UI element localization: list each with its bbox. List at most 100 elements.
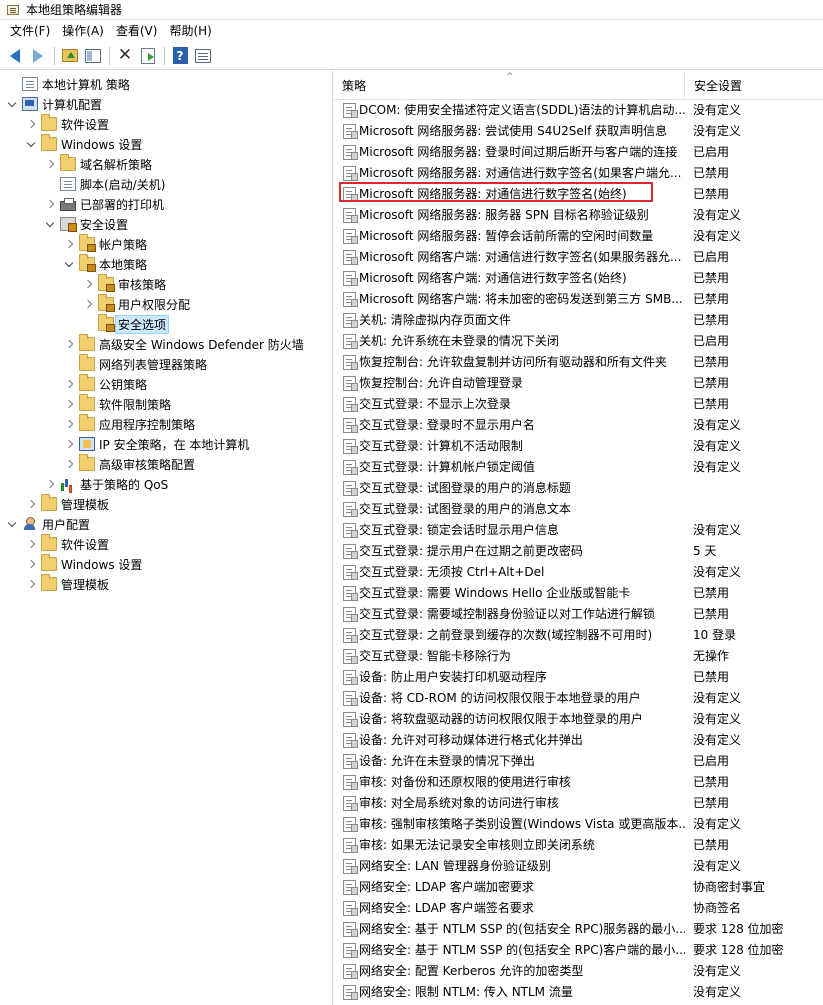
collapse-chevron-icon[interactable] <box>63 254 75 274</box>
policy-row[interactable]: 恢复控制台: 允许软盘复制并访问所有驱动器和所有文件夹 已禁用 <box>334 352 823 373</box>
up-level-button[interactable] <box>59 45 81 67</box>
tree-node[interactable]: 网络列表管理器策略 <box>63 354 207 374</box>
tree-node[interactable]: 管理模板 <box>25 574 109 594</box>
policy-row[interactable]: 审核: 对备份和还原权限的使用进行审核 已禁用 <box>334 772 823 793</box>
tree-node[interactable]: 管理模板 <box>25 494 109 514</box>
tree-node[interactable]: 软件限制策略 <box>63 394 171 414</box>
policy-row[interactable]: 网络安全: 基于 NTLM SSP 的(包括安全 RPC)服务器的最小... 要求… <box>334 919 823 940</box>
tree-node[interactable]: 软件设置 <box>25 114 109 134</box>
policy-row[interactable]: 网络安全: LAN 管理器身份验证级别 没有定义 <box>334 856 823 877</box>
expand-chevron-icon[interactable] <box>63 374 75 394</box>
policy-row[interactable]: 恢复控制台: 允许自动管理登录 已禁用 <box>334 373 823 394</box>
tree-node[interactable]: 本地计算机 策略 <box>6 74 130 94</box>
tree-node[interactable]: 帐户策略 <box>63 234 147 254</box>
policy-row[interactable]: 交互式登录: 需要 Windows Hello 企业版或智能卡 已禁用 <box>334 583 823 604</box>
tree-node[interactable]: 用户权限分配 <box>82 294 190 314</box>
tree-node[interactable]: 应用程序控制策略 <box>63 414 195 434</box>
policy-row[interactable]: 网络安全: LDAP 客户端加密要求 协商密封事宜 <box>334 877 823 898</box>
policy-row[interactable]: 审核: 如果无法记录安全审核则立即关闭系统 已禁用 <box>334 835 823 856</box>
tree-node[interactable]: 审核策略 <box>82 274 166 294</box>
policy-row[interactable]: 交互式登录: 之前登录到缓存的次数(域控制器不可用时) 10 登录 <box>334 625 823 646</box>
expand-chevron-icon[interactable] <box>63 454 75 474</box>
menu-file[interactable]: 文件(F) <box>4 20 56 42</box>
tree-node[interactable]: 安全选项 <box>82 314 170 334</box>
menu-action[interactable]: 操作(A) <box>56 20 110 42</box>
policy-row[interactable]: 交互式登录: 登录时不显示用户名 没有定义 <box>334 415 823 436</box>
expand-chevron-icon[interactable] <box>63 414 75 434</box>
expand-chevron-icon[interactable] <box>44 474 56 494</box>
policy-row[interactable]: 交互式登录: 计算机不活动限制 没有定义 <box>334 436 823 457</box>
policy-row[interactable]: 关机: 允许系统在未登录的情况下关闭 已启用 <box>334 331 823 352</box>
tree-node[interactable]: 脚本(启动/关机) <box>44 174 165 194</box>
policy-row[interactable]: 设备: 允许对可移动媒体进行格式化并弹出 没有定义 <box>334 730 823 751</box>
expand-chevron-icon[interactable] <box>63 334 75 354</box>
policy-row[interactable]: Microsoft 网络服务器: 暂停会话前所需的空闲时间数量 没有定义 <box>334 226 823 247</box>
policy-row[interactable]: 审核: 对全局系统对象的访问进行审核 已禁用 <box>334 793 823 814</box>
policy-row[interactable]: DCOM: 使用安全描述符定义语言(SDDL)语法的计算机启动... 没有定义 <box>334 100 823 121</box>
tree-node[interactable]: 已部署的打印机 <box>44 194 164 214</box>
collapse-chevron-icon[interactable] <box>44 214 56 234</box>
column-header-setting[interactable]: 安全设置 <box>686 71 823 100</box>
policy-row[interactable]: Microsoft 网络客户端: 将未加密的密码发送到第三方 SMB... 已禁用 <box>334 289 823 310</box>
collapse-chevron-icon[interactable] <box>6 94 18 114</box>
expand-chevron-icon[interactable] <box>63 434 75 454</box>
tree-node[interactable]: 高级审核策略配置 <box>63 454 195 474</box>
expand-chevron-icon[interactable] <box>63 234 75 254</box>
policy-row[interactable]: Microsoft 网络服务器: 对通信进行数字签名(如果客户端允... 已禁用 <box>334 163 823 184</box>
tree-node[interactable]: 高级安全 Windows Defender 防火墙 <box>63 334 304 354</box>
policy-row[interactable]: 设备: 允许在未登录的情况下弹出 已启用 <box>334 751 823 772</box>
tree-node[interactable]: 域名解析策略 <box>44 154 152 174</box>
policy-row[interactable]: 网络安全: 基于 NTLM SSP 的(包括安全 RPC)客户端的最小... 要求… <box>334 940 823 961</box>
policy-row[interactable]: 交互式登录: 试图登录的用户的消息文本 <box>334 499 823 520</box>
tree-node[interactable]: IP 安全策略，在 本地计算机 <box>63 434 249 454</box>
policy-row[interactable]: 设备: 将 CD-ROM 的访问权限仅限于本地登录的用户 没有定义 <box>334 688 823 709</box>
policy-row[interactable]: 交互式登录: 提示用户在过期之前更改密码 5 天 <box>334 541 823 562</box>
menu-view[interactable]: 查看(V) <box>110 20 164 42</box>
expand-chevron-icon[interactable] <box>44 194 56 214</box>
expand-chevron-icon[interactable] <box>25 574 37 594</box>
tree-node[interactable]: Windows 设置 <box>25 134 142 154</box>
expand-chevron-icon[interactable] <box>25 534 37 554</box>
forward-button[interactable] <box>27 45 49 67</box>
policy-row[interactable]: Microsoft 网络服务器: 对通信进行数字签名(始终) 已禁用 <box>334 184 823 205</box>
policy-row[interactable]: 设备: 防止用户安装打印机驱动程序 已禁用 <box>334 667 823 688</box>
policy-row[interactable]: Microsoft 网络客户端: 对通信进行数字签名(始终) 已禁用 <box>334 268 823 289</box>
menu-help[interactable]: 帮助(H) <box>163 20 217 42</box>
policy-row[interactable]: Microsoft 网络服务器: 尝试使用 S4U2Self 获取声明信息 没有定… <box>334 121 823 142</box>
tree-node[interactable]: Windows 设置 <box>25 554 142 574</box>
tree-node[interactable]: 公钥策略 <box>63 374 147 394</box>
delete-button[interactable]: ✕ <box>114 45 136 67</box>
policy-row[interactable]: Microsoft 网络服务器: 登录时间过期后断开与客户端的连接 已启用 <box>334 142 823 163</box>
policy-row[interactable]: Microsoft 网络服务器: 服务器 SPN 目标名称验证级别 没有定义 <box>334 205 823 226</box>
expand-chevron-icon[interactable] <box>82 294 94 314</box>
show-hide-tree-button[interactable] <box>82 45 104 67</box>
policy-row[interactable]: 网络安全: 配置 Kerberos 允许的加密类型 没有定义 <box>334 961 823 982</box>
tree-node[interactable]: 基于策略的 QoS <box>44 474 168 494</box>
tree-node[interactable]: 计算机配置 <box>6 94 102 114</box>
policy-row[interactable]: 交互式登录: 无须按 Ctrl+Alt+Del 没有定义 <box>334 562 823 583</box>
expand-chevron-icon[interactable] <box>63 394 75 414</box>
tree-node[interactable]: 安全设置 <box>44 214 128 234</box>
policy-row[interactable]: 交互式登录: 计算机帐户锁定阈值 没有定义 <box>334 457 823 478</box>
policy-row[interactable]: 交互式登录: 锁定会话时显示用户信息 没有定义 <box>334 520 823 541</box>
policy-row[interactable]: 审核: 强制审核策略子类别设置(Windows Vista 或更高版本... 没有… <box>334 814 823 835</box>
policy-row[interactable]: 关机: 清除虚拟内存页面文件 已禁用 <box>334 310 823 331</box>
help-button[interactable]: ? <box>169 45 191 67</box>
policy-row[interactable]: 交互式登录: 试图登录的用户的消息标题 <box>334 478 823 499</box>
back-button[interactable] <box>4 45 26 67</box>
tree-node[interactable]: 软件设置 <box>25 534 109 554</box>
policy-row[interactable]: 交互式登录: 智能卡移除行为 无操作 <box>334 646 823 667</box>
collapse-chevron-icon[interactable] <box>6 514 18 534</box>
expand-chevron-icon[interactable] <box>25 494 37 514</box>
policy-row[interactable]: 网络安全: LDAP 客户端签名要求 协商签名 <box>334 898 823 919</box>
expand-chevron-icon[interactable] <box>82 274 94 294</box>
collapse-chevron-icon[interactable] <box>25 134 37 154</box>
properties-button[interactable] <box>192 45 214 67</box>
expand-chevron-icon[interactable] <box>25 554 37 574</box>
export-list-button[interactable] <box>137 45 159 67</box>
policy-row[interactable]: Microsoft 网络客户端: 对通信进行数字签名(如果服务器允... 已启用 <box>334 247 823 268</box>
expand-chevron-icon[interactable] <box>44 154 56 174</box>
expand-chevron-icon[interactable] <box>25 114 37 134</box>
policy-row[interactable]: 网络安全: 限制 NTLM: 传入 NTLM 流量 没有定义 <box>334 982 823 1003</box>
policy-row[interactable]: 设备: 将软盘驱动器的访问权限仅限于本地登录的用户 没有定义 <box>334 709 823 730</box>
